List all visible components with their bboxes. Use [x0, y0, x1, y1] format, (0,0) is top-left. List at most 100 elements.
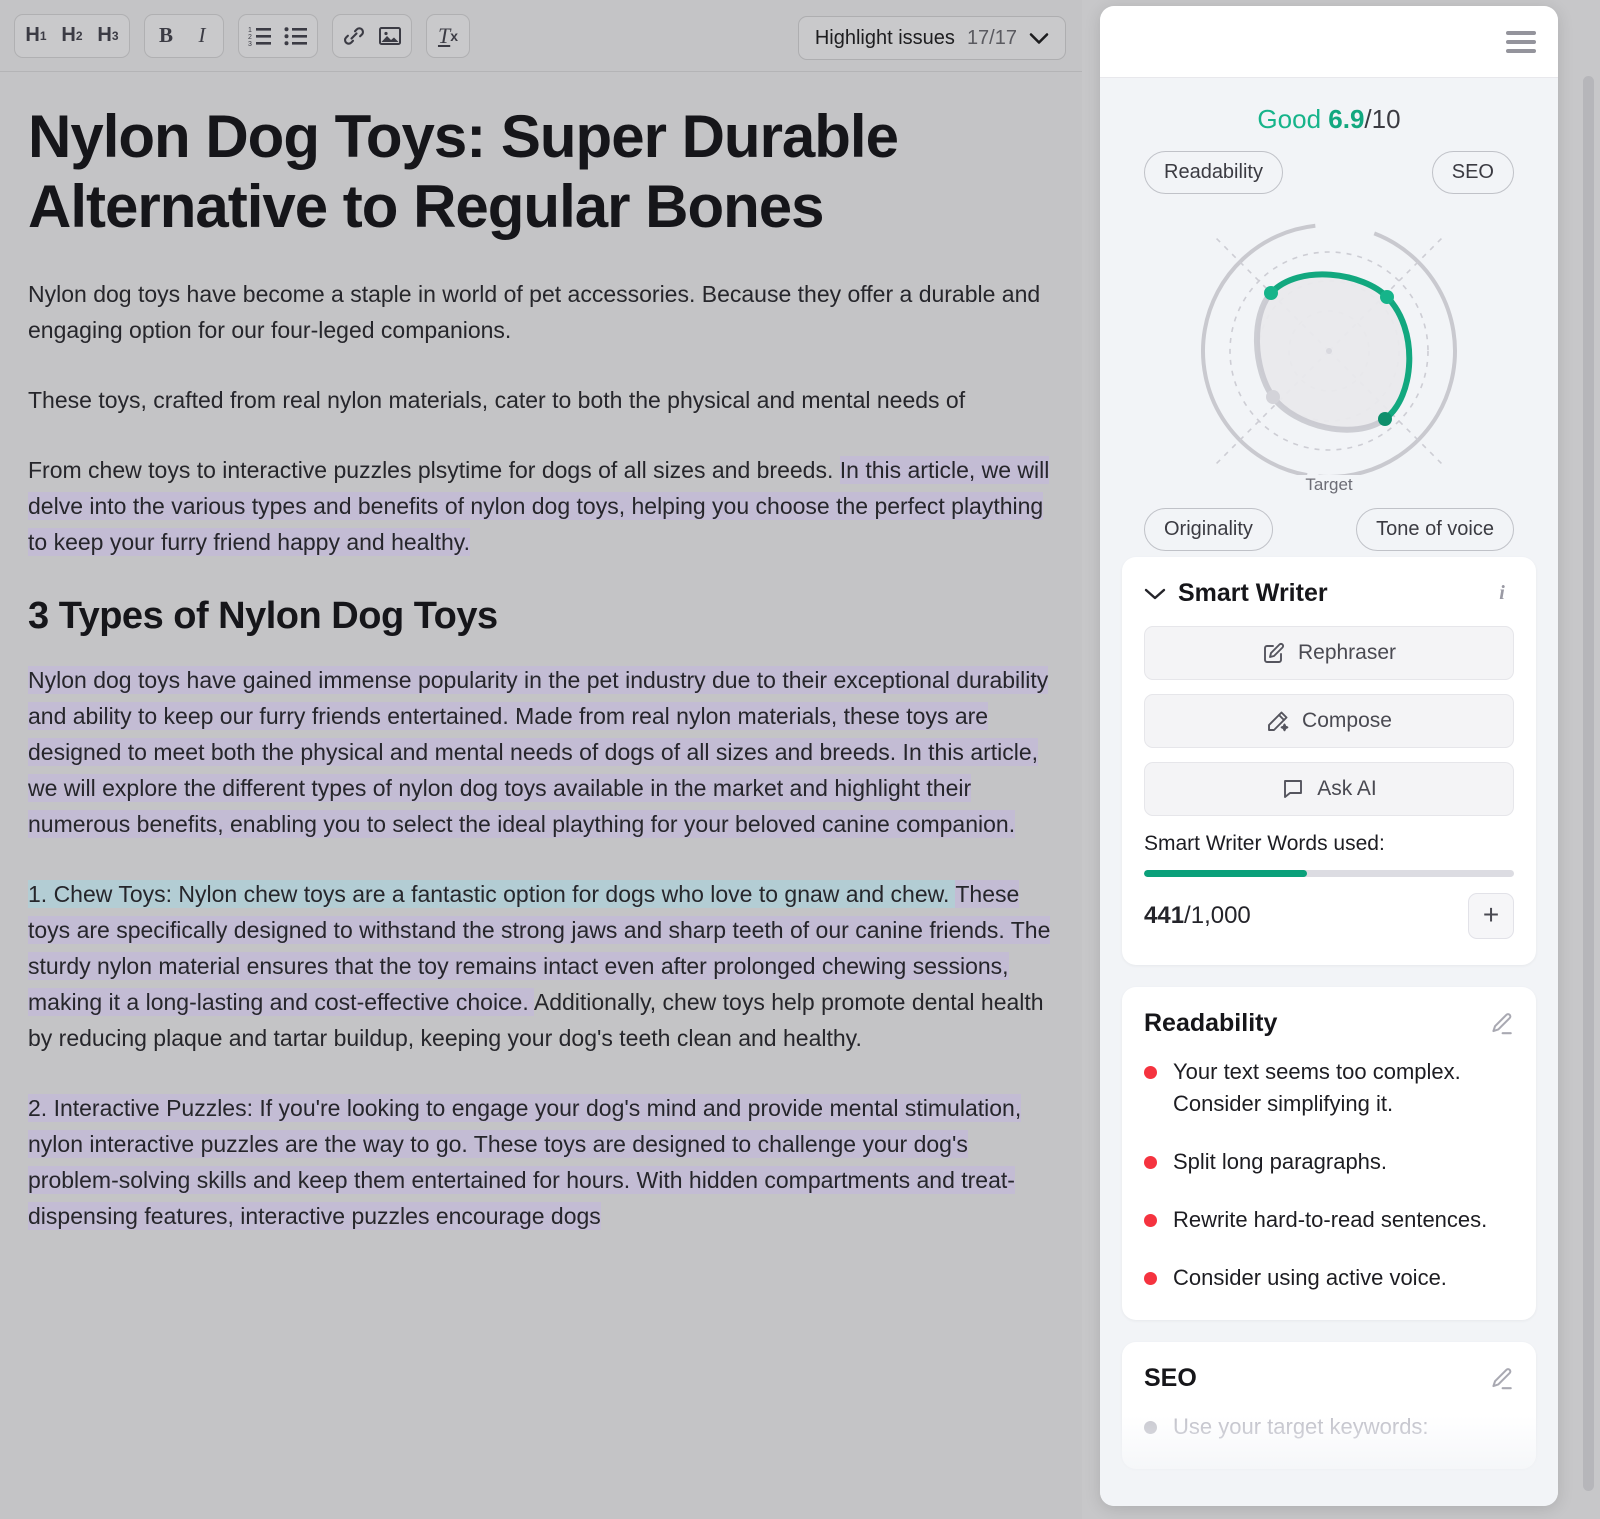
seo-issue-list: Use your target keywords:	[1144, 1411, 1514, 1443]
severity-dot	[1144, 1214, 1157, 1227]
edit-square-icon	[1264, 643, 1284, 663]
chevron-down-icon[interactable]	[1144, 587, 1166, 601]
smart-writer-panel: Smart Writer i Rephraser Compose Ask AI …	[1122, 557, 1536, 965]
document-title: Nylon Dog Toys: Super Durable Alternativ…	[28, 103, 899, 241]
h2-label: H	[61, 24, 76, 46]
info-icon[interactable]: i	[1490, 582, 1514, 606]
issue-text: Split long paragraphs.	[1173, 1149, 1388, 1174]
readability-header: Readability	[1144, 1009, 1514, 1038]
compose-label: Compose	[1302, 709, 1392, 732]
chip-readability[interactable]: Readability	[1144, 151, 1283, 194]
insert-button-group	[332, 13, 412, 58]
seo-panel: SEO Use your target keywords:	[1122, 1342, 1536, 1469]
italic-button[interactable]: I	[184, 18, 220, 54]
highlight-issues-label: Highlight issues	[814, 26, 955, 49]
editor-pane: H1 H2 H3 B I 1 2 3 T x Highlight issues …	[0, 0, 1082, 1519]
list-item: Your text seems too complex. Consider si…	[1144, 1056, 1514, 1120]
issue-text: Rewrite hard-to-read sentences.	[1173, 1207, 1488, 1232]
insert-link-button[interactable]	[336, 18, 372, 54]
text-style-button-group: B I	[144, 13, 224, 58]
ask-ai-label: Ask AI	[1317, 777, 1377, 800]
hamburger-menu-icon[interactable]	[1506, 26, 1536, 58]
radar-point-readability	[1264, 286, 1278, 300]
pencil-icon[interactable]	[1488, 1366, 1514, 1392]
doc-paragraph-5: 1. Chew Toys: Nylon chew toys are a fant…	[28, 876, 1054, 1056]
readability-title: Readability	[1144, 1009, 1278, 1037]
smart-writer-used: 441	[1144, 902, 1185, 929]
doc-heading-2: 3 Types of Nylon Dog Toys	[28, 595, 498, 638]
add-words-button[interactable]: +	[1468, 893, 1514, 939]
severity-dot	[1144, 1156, 1157, 1169]
ai-content-highlight: 1. Chew Toys: Nylon chew toys are a fant…	[28, 879, 956, 908]
svg-text:3: 3	[248, 41, 252, 47]
compose-button[interactable]: Compose	[1144, 694, 1514, 748]
h3-label: H	[97, 24, 112, 46]
doc-paragraph-2: These toys, crafted from real nylon mate…	[28, 387, 966, 414]
bullet-list-button[interactable]	[278, 18, 314, 54]
heading-3-button[interactable]: H3	[90, 18, 126, 54]
h2-sub: 2	[75, 28, 83, 43]
readability-panel: Readability Your text seems too complex.…	[1122, 987, 1536, 1320]
severity-dot	[1144, 1066, 1157, 1079]
smart-writer-usage-row: 441/1,000 +	[1144, 893, 1514, 939]
list-item: Use your target keywords:	[1144, 1411, 1514, 1443]
sidebar-scrollbar-thumb[interactable]	[1583, 76, 1594, 1491]
image-icon	[379, 26, 401, 45]
highlight-issues-count: 17/17	[966, 26, 1017, 49]
chip-seo[interactable]: SEO	[1431, 151, 1514, 194]
quality-label: Good	[1257, 104, 1322, 134]
clear-formatting-button[interactable]: Tx	[430, 18, 466, 54]
rephraser-label: Rephraser	[1297, 641, 1397, 664]
chat-bubble-icon	[1284, 780, 1303, 798]
heading-1-button[interactable]: H1	[18, 18, 54, 54]
radar-point-tone-of-voice	[1378, 412, 1392, 426]
quality-score: Good 6.9/10	[1122, 104, 1536, 135]
readability-issue-list: Your text seems too complex. Consider si…	[1144, 1056, 1514, 1294]
doc-paragraph-1: Nylon dog toys have become a staple in w…	[28, 281, 1041, 344]
doc-paragraph-3: From chew toys to interactive puzzles pl…	[28, 452, 1054, 560]
ordered-list-button[interactable]: 1 2 3	[242, 18, 278, 54]
bold-button[interactable]: B	[148, 18, 184, 54]
issue-text: Your text seems too complex. Consider si…	[1173, 1059, 1461, 1116]
sidebar-scrollbar[interactable]	[1583, 76, 1594, 1506]
chevron-down-icon	[1029, 32, 1049, 45]
doc-paragraph-6: 2. Interactive Puzzles: If you're lookin…	[28, 1090, 1054, 1234]
chip-tone-of-voice[interactable]: Tone of voice	[1356, 508, 1514, 551]
list-item: Rewrite hard-to-read sentences.	[1144, 1204, 1514, 1236]
insert-image-button[interactable]	[372, 18, 408, 54]
smart-writer-words-label: Smart Writer Words used:	[1144, 832, 1385, 855]
smart-writer-progress-track	[1144, 870, 1514, 877]
pencil-icon[interactable]	[1488, 1011, 1514, 1037]
assistant-panel: Good 6.9/10 Readability SEO Originality …	[1100, 6, 1558, 1506]
svg-text:1: 1	[248, 27, 252, 34]
app-window: H1 H2 H3 B I 1 2 3 T x Highlight issues …	[0, 0, 1600, 1519]
link-icon	[344, 26, 364, 45]
list-item: Split long paragraphs.	[1144, 1146, 1514, 1178]
radar-point-originality	[1266, 390, 1280, 404]
smart-writer-header: Smart Writer i	[1144, 579, 1514, 608]
bullet-list-icon	[284, 26, 307, 45]
quality-denominator: /10	[1364, 104, 1401, 134]
clear-format-group: Tx	[426, 13, 470, 58]
ask-ai-button[interactable]: Ask AI	[1144, 762, 1514, 816]
chip-originality[interactable]: Originality	[1144, 508, 1273, 551]
assistant-sidebar: Good 6.9/10 Readability SEO Originality …	[1096, 0, 1600, 1519]
plagiarism-highlight: Nylon dog toys have gained immense popul…	[28, 665, 1049, 838]
rephraser-button[interactable]: Rephraser	[1144, 626, 1514, 680]
document-editor[interactable]: Nylon Dog Toys: Super Durable Alternativ…	[0, 72, 1082, 1519]
clear-format-label: T	[437, 22, 451, 48]
highlight-issues-dropdown[interactable]: Highlight issues 17/17	[797, 16, 1066, 60]
severity-dot	[1144, 1421, 1157, 1434]
svg-text:2: 2	[248, 34, 252, 41]
radar-target-label: Target	[1297, 475, 1361, 495]
smart-writer-usage: 441/1,000	[1144, 902, 1468, 930]
heading-2-button[interactable]: H2	[54, 18, 90, 54]
h3-sub: 3	[111, 28, 119, 43]
list-button-group: 1 2 3	[238, 13, 318, 58]
smart-writer-progress-fill	[1144, 870, 1307, 877]
smart-writer-title: Smart Writer	[1178, 579, 1328, 607]
ordered-list-icon: 1 2 3	[248, 27, 271, 47]
editor-toolbar: H1 H2 H3 B I 1 2 3 T x Highlight issues …	[0, 0, 1082, 72]
severity-dot	[1144, 1272, 1157, 1285]
radar-point-seo	[1380, 290, 1394, 304]
